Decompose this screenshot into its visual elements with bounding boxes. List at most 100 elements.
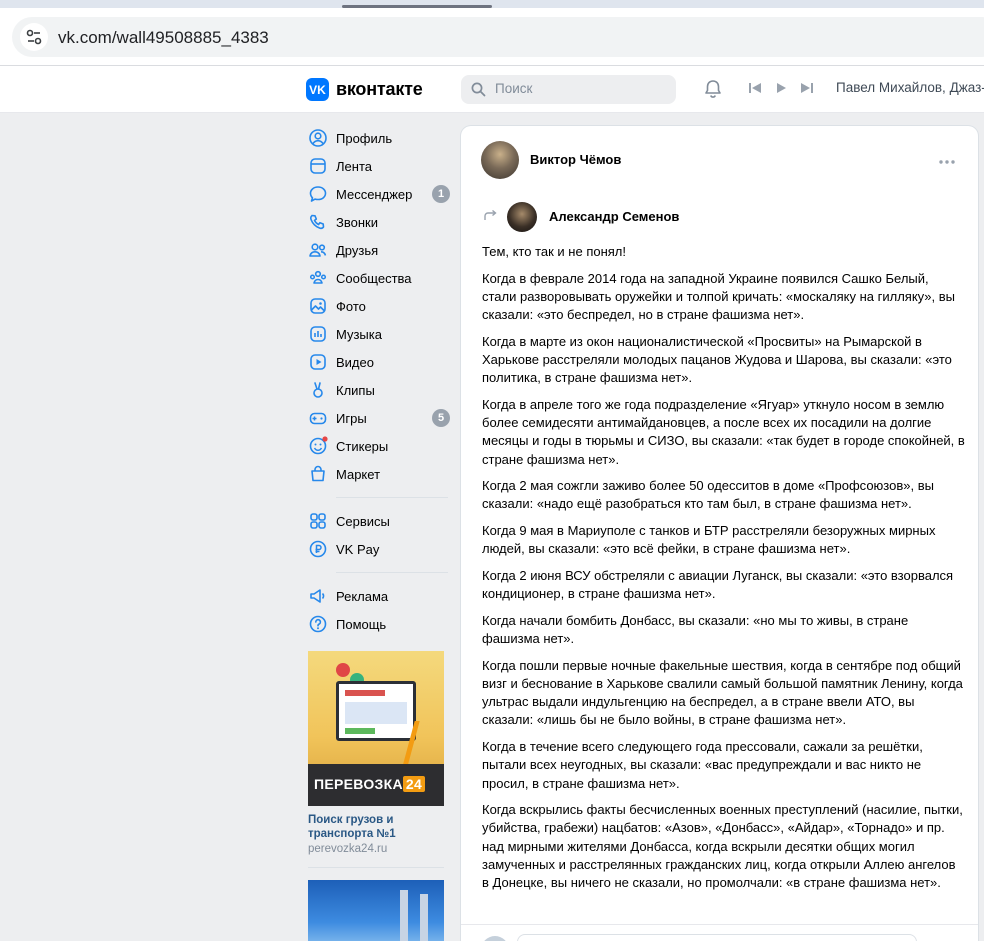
sidebar-item-label: Профиль (336, 130, 393, 146)
ad-title[interactable]: Поиск грузов и транспорта №1 (308, 813, 454, 841)
sidebar-item-market[interactable]: Маркет (306, 460, 454, 488)
sidebar-item-feed[interactable]: Лента (306, 152, 454, 180)
comment-input[interactable] (517, 934, 917, 941)
sidebar-item-label: Лента (336, 158, 372, 174)
sidebar-item-label: Реклама (336, 588, 389, 604)
search-placeholder: Поиск (495, 81, 533, 96)
post-paragraph: Когда 9 мая в Мариуполе с танков и БТР р… (482, 523, 936, 557)
sidebar-item-label: Мессенджер (336, 186, 413, 202)
ad-decor-monitor (336, 681, 416, 741)
sidebar-item-label: Маркет (336, 466, 381, 482)
audio-player-controls (748, 81, 814, 100)
sidebar-item-label: Фото (336, 298, 366, 314)
vk-logo-icon: VK (306, 78, 329, 101)
market-icon (308, 464, 328, 484)
sidebar-item-ads[interactable]: Реклама (306, 582, 454, 610)
sidebar-item-label: Друзья (336, 242, 379, 258)
sidebar-item-label: Клипы (336, 382, 375, 398)
sidebar-item-stickers[interactable]: Стикеры (306, 432, 454, 460)
browser-tab-strip (0, 0, 984, 8)
sidebar-item-music[interactable]: Музыка (306, 320, 454, 348)
post-paragraph: Когда 2 мая сожгли заживо более 50 одесс… (482, 478, 934, 512)
url-text[interactable]: vk.com/wall49508885_4383 (58, 28, 269, 48)
repost-arrow-icon (483, 209, 497, 227)
sidebar-item-label: Игры (336, 410, 367, 426)
left-sidebar: Профиль Лента Мессенджер 1 Звонки Друзья Сообщ… (306, 124, 454, 941)
sidebar-item-friends[interactable]: Друзья (306, 236, 454, 264)
counter-badge: 1 (432, 185, 450, 203)
post-paragraph: Когда начали бомбить Донбасс, вы сказали… (482, 612, 909, 647)
sidebar-item-games[interactable]: Игры 5 (306, 404, 454, 432)
sidebar-item-profile[interactable]: Профиль (306, 124, 454, 152)
sidebar-item-messenger[interactable]: Мессенджер 1 (306, 180, 454, 208)
browser-toolbar: vk.com/wall49508885_4383 (0, 8, 984, 66)
play-icon[interactable] (774, 81, 788, 100)
ads-icon (308, 586, 328, 606)
vk-header: VK вконтакте Поиск Павел Михайлов, Джаз- (0, 66, 984, 113)
clips-icon (308, 380, 328, 400)
stickers-icon (308, 436, 328, 456)
sidebar-item-label: Помощь (336, 616, 387, 632)
comment-divider (461, 924, 978, 925)
sidebar-item-phone[interactable]: Звонки (306, 208, 454, 236)
notifications-bell-icon[interactable] (702, 78, 724, 105)
post-paragraph: Когда в апреле того же года подразделени… (482, 396, 965, 467)
now-playing-track[interactable]: Павел Михайлов, Джаз- (836, 80, 984, 95)
sidebar-item-services[interactable]: Сервисы (306, 507, 454, 535)
post-author-name[interactable]: Виктор Чёмов (530, 152, 621, 167)
post-paragraph: Когда вскрылись факты бесчисленных военн… (482, 802, 963, 891)
music-icon (308, 324, 328, 344)
vk-logo[interactable]: VK вконтакте (306, 78, 423, 101)
sidebar-item-label: Сервисы (336, 513, 390, 529)
feed-icon (308, 156, 328, 176)
post-paragraph: Когда в течение всего следующего года пр… (482, 739, 923, 791)
search-input[interactable]: Поиск (461, 75, 676, 104)
vkpay-icon (308, 539, 328, 559)
address-bar[interactable]: vk.com/wall49508885_4383 (12, 17, 984, 57)
ad-image-second[interactable] (308, 880, 444, 941)
sidebar-item-label: Сообщества (336, 270, 412, 286)
sidebar-divider (336, 572, 448, 573)
post-paragraph: Тем, кто так и не понял! (482, 244, 627, 259)
ad-domain[interactable]: perevozka24.ru (308, 843, 454, 855)
sidebar-item-vkpay[interactable]: VK Pay (306, 535, 454, 563)
phone-icon (308, 212, 328, 232)
more-options-icon[interactable] (938, 152, 956, 170)
wall-post: Виктор Чёмов Александр Семенов Тем, кто … (461, 126, 978, 941)
services-icon (308, 511, 328, 531)
previous-track-icon[interactable] (748, 81, 762, 100)
sidebar-item-video[interactable]: Видео (306, 348, 454, 376)
current-user-avatar (481, 936, 509, 941)
sidebar-item-communities[interactable]: Сообщества (306, 264, 454, 292)
friends-icon (308, 240, 328, 260)
sidebar-item-label: Видео (336, 354, 374, 370)
communities-icon (308, 268, 328, 288)
repost-author-avatar[interactable] (507, 202, 537, 232)
repost-author-name[interactable]: Александр Семенов (549, 209, 679, 224)
help-icon (308, 614, 328, 634)
sidebar-item-label: Музыка (336, 326, 382, 342)
ad-image[interactable]: ПЕРЕВОЗКА 24 (308, 651, 444, 806)
video-icon (308, 352, 328, 372)
sidebar-item-photo[interactable]: Фото (306, 292, 454, 320)
post-paragraph: Когда пошли первые ночные факельные шест… (482, 657, 963, 728)
next-track-icon[interactable] (800, 81, 814, 100)
sidebar-item-label: VK Pay (336, 541, 380, 557)
author-avatar[interactable] (481, 141, 519, 179)
sidebar-divider (308, 867, 444, 868)
messenger-icon (308, 184, 328, 204)
sidebar-item-help[interactable]: Помощь (306, 610, 454, 638)
games-icon (308, 408, 328, 428)
ad-decor-red-badge (336, 663, 350, 677)
post-paragraph: Когда в марте из окон националистической… (482, 333, 952, 386)
photo-icon (308, 296, 328, 316)
post-text: Тем, кто так и не понял! Когда в феврале … (482, 243, 966, 901)
profile-icon (308, 128, 328, 148)
sidebar-item-label: Стикеры (336, 438, 389, 454)
post-paragraph: Когда в феврале 2014 года на западной Ук… (482, 270, 956, 323)
site-settings-icon[interactable] (20, 23, 48, 51)
sidebar-item-clips[interactable]: Клипы (306, 376, 454, 404)
counter-badge: 5 (432, 409, 450, 427)
post-paragraph: Когда 2 июня ВСУ обстреляли с авиации Лу… (482, 568, 954, 602)
sidebar-divider (336, 497, 448, 498)
